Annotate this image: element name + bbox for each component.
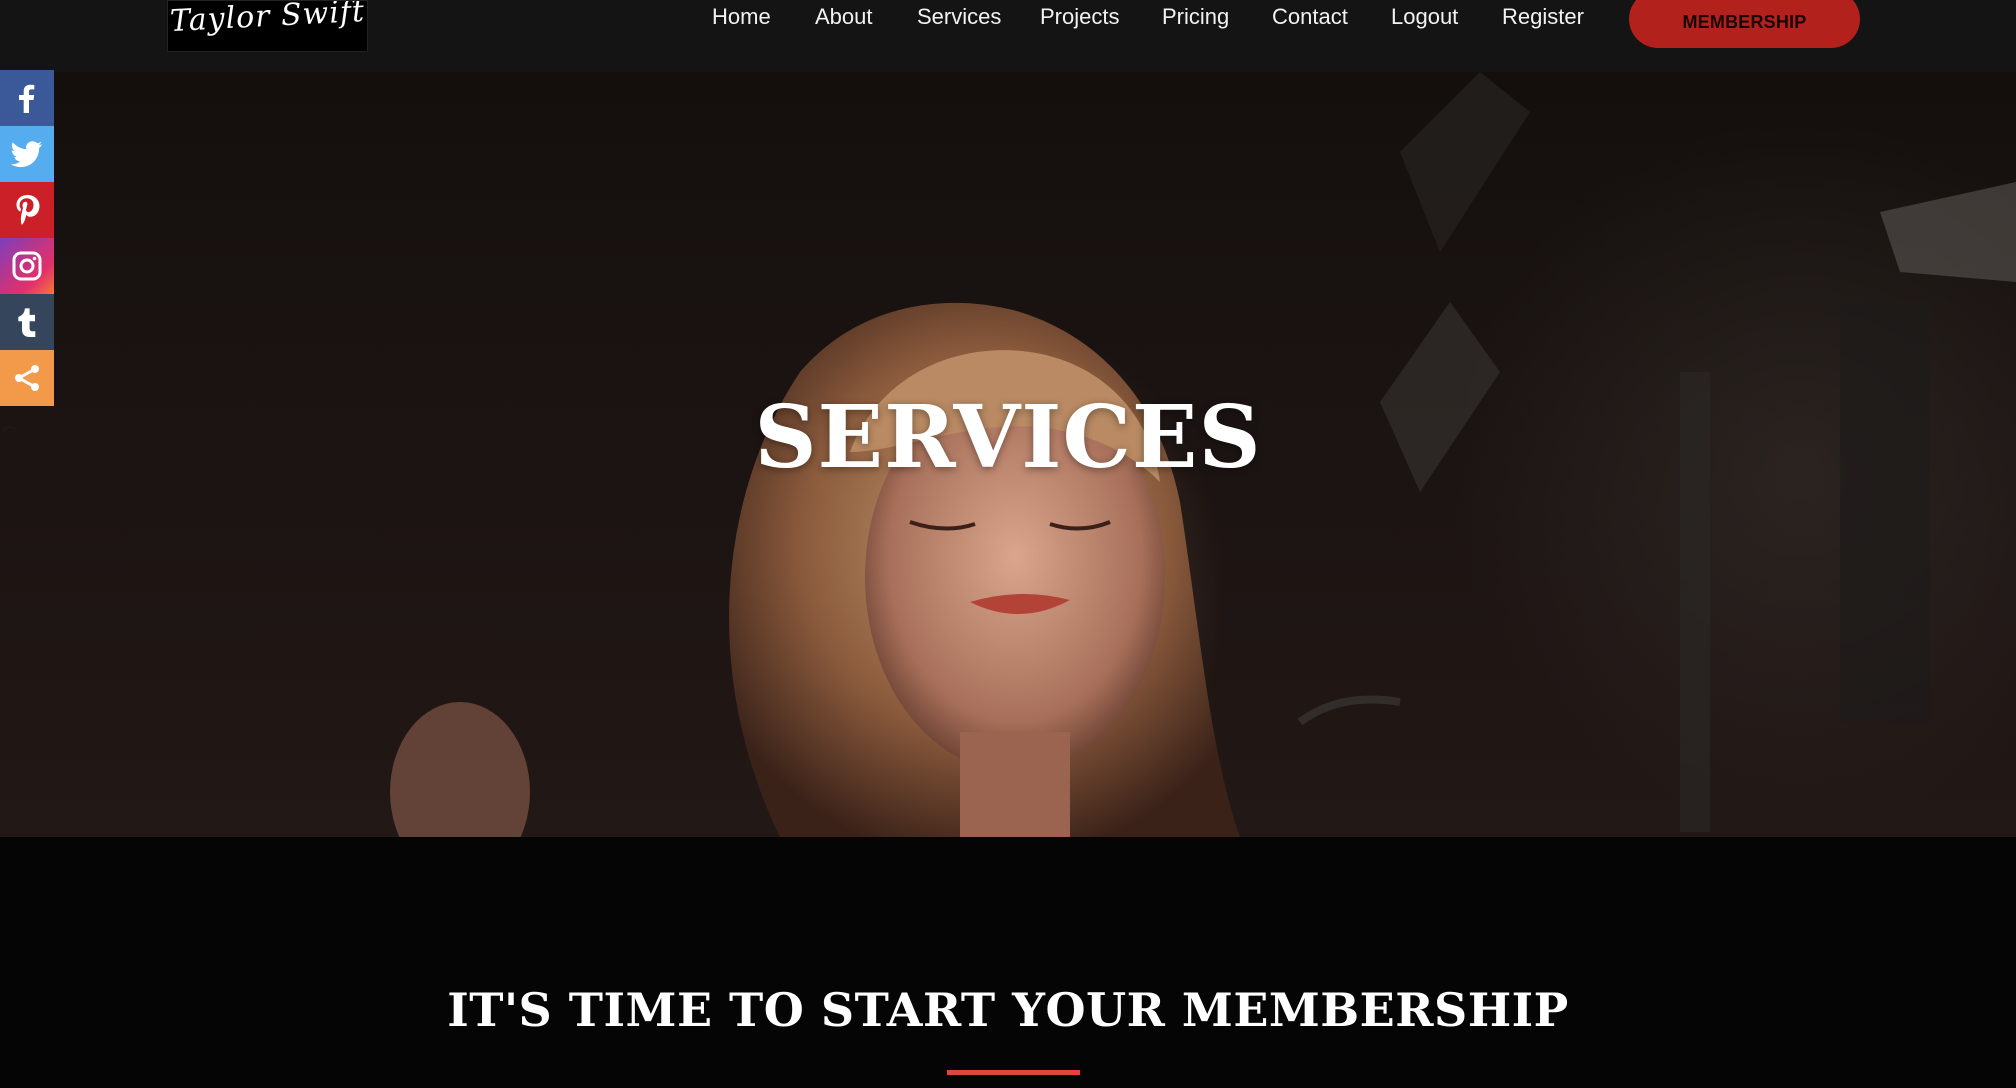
instagram-icon <box>12 251 42 281</box>
share-icon <box>15 365 39 391</box>
more-share-button[interactable] <box>0 350 54 406</box>
title-underline-divider <box>947 1070 1080 1075</box>
twitter-share-button[interactable] <box>0 126 54 182</box>
membership-section-title: IT'S TIME TO START YOUR MEMBERSHIP <box>447 983 1569 1037</box>
facebook-icon <box>19 84 35 113</box>
pinterest-share-button[interactable] <box>0 182 54 238</box>
pinterest-icon <box>16 195 40 225</box>
nav-item-logout[interactable]: Logout <box>1391 4 1458 30</box>
social-share-bar <box>0 70 54 406</box>
nav-item-projects[interactable]: Projects <box>1040 4 1119 30</box>
page: SERVICES Taylor Swift Home About Service… <box>0 0 2016 1088</box>
nav-item-services[interactable]: Services <box>917 4 1001 30</box>
hide-share-bar-icon[interactable] <box>2 424 18 440</box>
tumblr-share-button[interactable] <box>0 294 54 350</box>
site-header: Taylor Swift Home About Services Project… <box>0 0 2016 72</box>
tumblr-icon <box>18 308 36 337</box>
nav-item-about[interactable]: About <box>815 4 873 30</box>
twitter-icon <box>11 141 42 168</box>
nav-item-contact[interactable]: Contact <box>1272 4 1348 30</box>
nav-item-pricing[interactable]: Pricing <box>1162 4 1229 30</box>
membership-section: IT'S TIME TO START YOUR MEMBERSHIP <box>0 837 2016 1088</box>
instagram-share-button[interactable] <box>0 238 54 294</box>
hero-banner: SERVICES <box>0 72 2016 837</box>
nav-item-register[interactable]: Register <box>1502 4 1584 30</box>
membership-button[interactable]: MEMBERSHIP <box>1629 0 1860 48</box>
facebook-share-button[interactable] <box>0 70 54 126</box>
nav-item-home[interactable]: Home <box>712 4 771 30</box>
hero-title: SERVICES <box>754 387 1262 488</box>
